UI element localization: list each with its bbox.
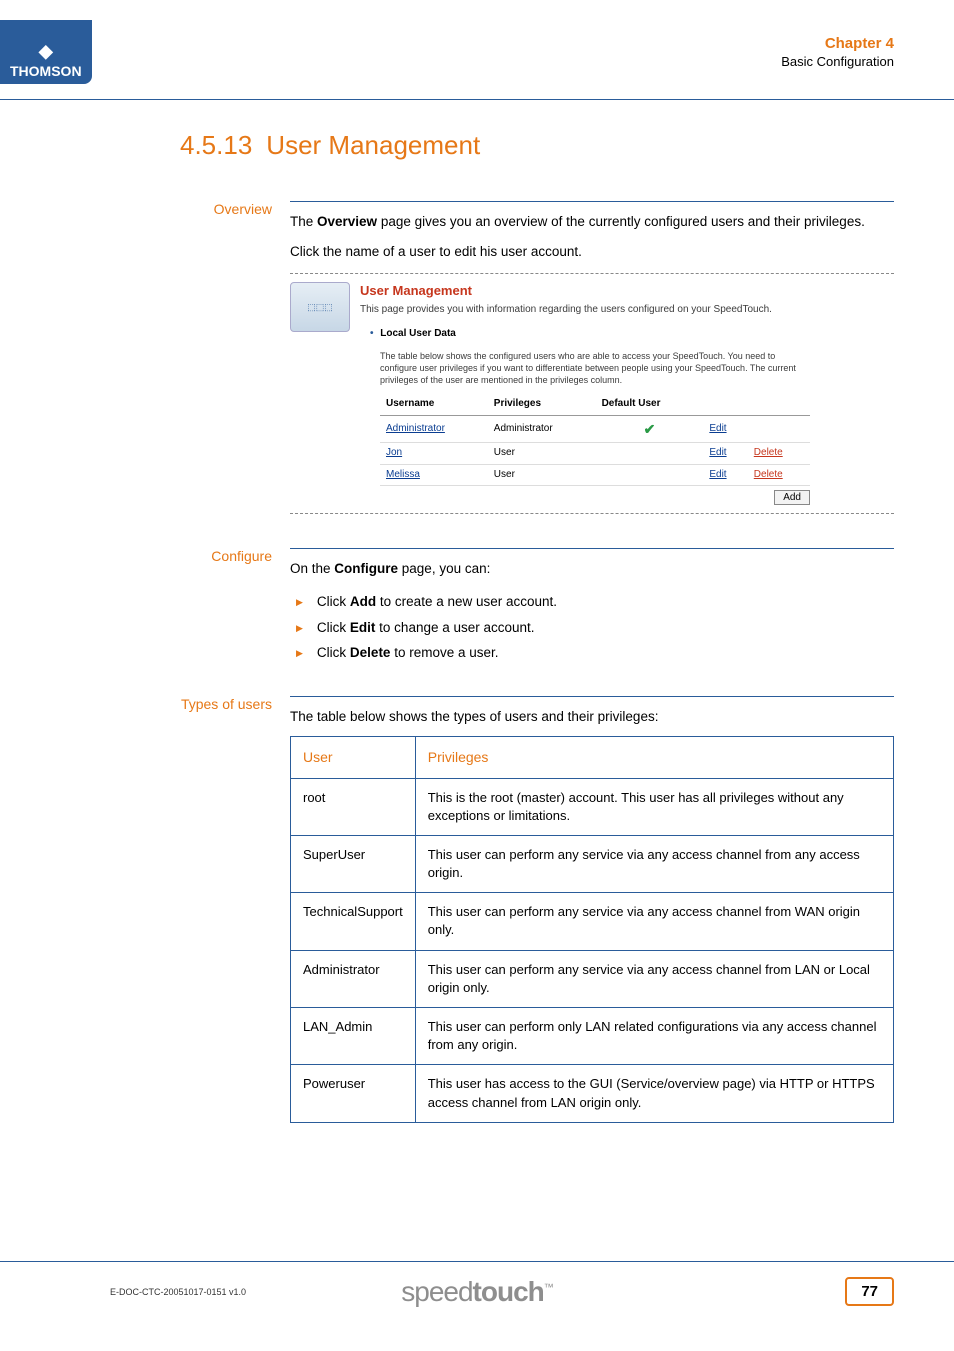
table-row: Jon User Edit Delete [380, 443, 810, 465]
page-footer: E-DOC-CTC-20051017-0151 v1.0 speedtouch™… [0, 1261, 954, 1321]
edit-link[interactable]: Edit [709, 423, 726, 434]
overview-p1: The Overview page gives you an overview … [290, 212, 894, 232]
user-table: Username Privileges Default User Adminis… [380, 394, 810, 486]
table-row: Melissa User Edit Delete [380, 464, 810, 486]
um-note: The table below shows the configured use… [380, 350, 810, 386]
configure-intro: On the Configure page, you can: [290, 559, 894, 579]
configure-block: Configure On the Configure page, you can… [180, 548, 894, 665]
thomson-icon: ◆ [39, 42, 53, 60]
table-row: PoweruserThis user has access to the GUI… [291, 1065, 894, 1122]
list-item: Click Delete to remove a user. [296, 640, 894, 666]
priv-cell: User [488, 464, 596, 486]
chapter-subtitle: Basic Configuration [781, 54, 894, 69]
types-block: Types of users The table below shows the… [180, 696, 894, 1123]
page-header: ◆ THOMSON Chapter 4 Basic Configuration [0, 0, 954, 100]
table-row: LAN_AdminThis user can perform only LAN … [291, 1008, 894, 1065]
um-title: User Management [360, 282, 894, 301]
table-row: AdministratorThis user can perform any s… [291, 950, 894, 1007]
doc-id: E-DOC-CTC-20051017-0151 v1.0 [110, 1287, 246, 1297]
overview-p2: Click the name of a user to edit his use… [290, 242, 894, 262]
list-item: Click Add to create a new user account. [296, 589, 894, 615]
overview-label: Overview [180, 201, 290, 518]
um-desc: This page provides you with information … [360, 303, 894, 318]
delete-link[interactable]: Delete [754, 447, 783, 458]
col-default: Default User [596, 394, 704, 415]
username-link[interactable]: Administrator [386, 423, 445, 434]
col-privileges: Privileges [488, 394, 596, 415]
col-username: Username [380, 394, 488, 415]
list-item: Click Edit to change a user account. [296, 615, 894, 641]
add-button[interactable]: Add [774, 490, 810, 505]
types-intro: The table below shows the types of users… [290, 707, 894, 727]
footer-brand: speedtouch™ [401, 1276, 553, 1308]
page-number: 77 [845, 1277, 894, 1306]
thomson-text: THOMSON [10, 64, 82, 78]
section-text: User Management [266, 130, 480, 160]
section-number: 4.5.13 [180, 130, 252, 161]
table-row: Administrator Administrator ✔ Edit [380, 415, 810, 443]
header-right: Chapter 4 Basic Configuration [781, 35, 894, 69]
edit-link[interactable]: Edit [709, 469, 726, 480]
check-icon: ✔ [644, 421, 656, 437]
types-table: User Privileges rootThis is the root (ma… [290, 736, 894, 1123]
delete-link[interactable]: Delete [754, 469, 783, 480]
overview-block: Overview The Overview page gives you an … [180, 201, 894, 518]
chapter-label: Chapter 4 [781, 35, 894, 52]
page-title: 4.5.13 User Management [180, 130, 894, 161]
configure-label: Configure [180, 548, 290, 665]
priv-cell: Administrator [488, 415, 596, 443]
configure-list: Click Add to create a new user account. … [290, 589, 894, 666]
table-row: SuperUserThis user can perform any servi… [291, 835, 894, 892]
types-col-priv: Privileges [415, 737, 893, 778]
thomson-logo: ◆ THOMSON [0, 20, 92, 84]
username-link[interactable]: Jon [386, 447, 402, 458]
user-management-screenshot: ⬚⬚⬚ User Management This page provides y… [290, 273, 894, 514]
um-subheading: Local User Data [370, 327, 894, 342]
types-col-user: User [291, 737, 416, 778]
table-row: TechnicalSupportThis user can perform an… [291, 893, 894, 950]
edit-link[interactable]: Edit [709, 447, 726, 458]
table-row: rootThis is the root (master) account. T… [291, 778, 894, 835]
priv-cell: User [488, 443, 596, 465]
router-image: ⬚⬚⬚ [290, 282, 350, 332]
types-label: Types of users [180, 696, 290, 1123]
username-link[interactable]: Melissa [386, 469, 420, 480]
